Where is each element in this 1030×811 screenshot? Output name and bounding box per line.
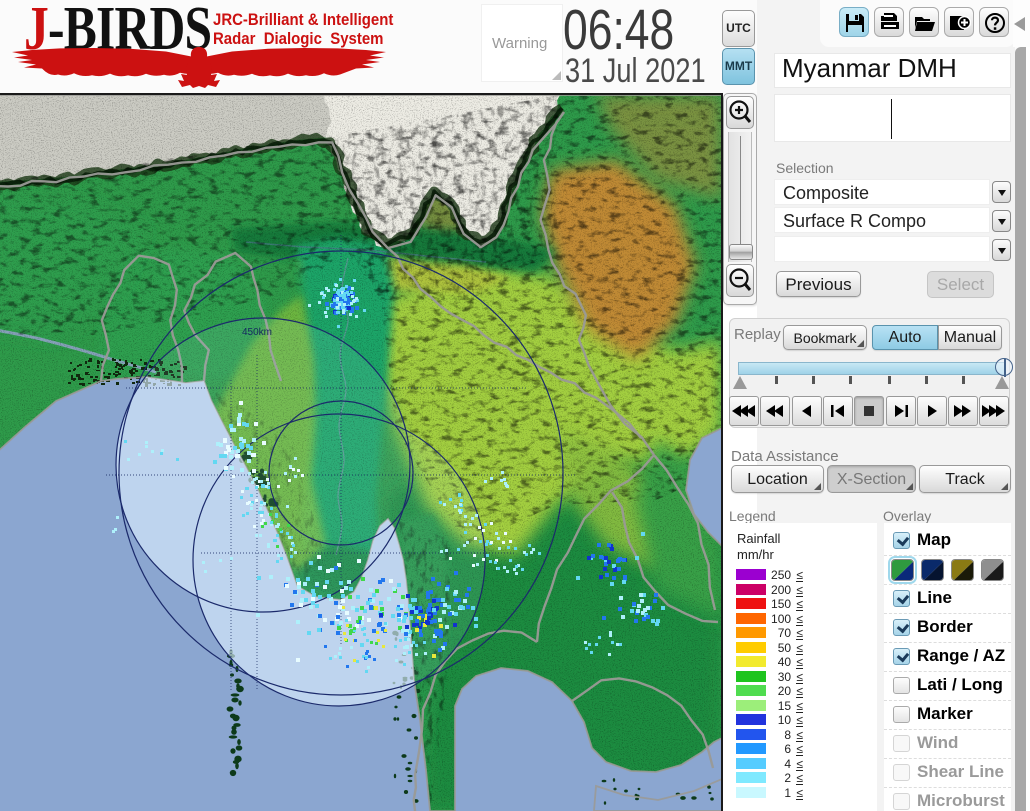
svg-text:450km: 450km — [242, 327, 272, 338]
